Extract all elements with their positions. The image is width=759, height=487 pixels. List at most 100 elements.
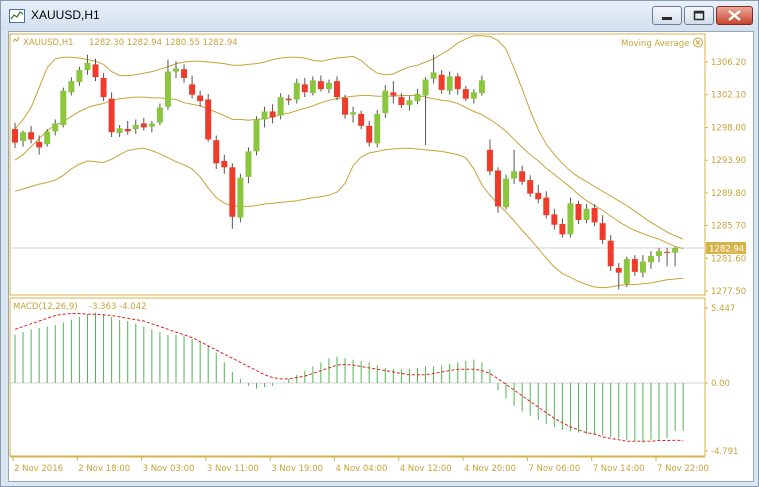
candle-body — [229, 167, 236, 217]
candle-body — [28, 132, 35, 140]
candle-body — [76, 69, 83, 82]
candle-body — [245, 151, 252, 177]
bollinger-bands — [14, 35, 684, 289]
candle-body — [309, 80, 316, 94]
candle-body — [462, 89, 469, 99]
candle-body — [140, 123, 147, 128]
time-tick-label: 3 Nov 19:00 — [271, 464, 323, 474]
candle-body — [116, 128, 123, 134]
candle-body — [173, 68, 179, 72]
candle-body — [52, 123, 59, 132]
candle-body — [495, 170, 501, 207]
candlestick-series — [12, 54, 679, 290]
current-price-label: 1282.94 — [709, 245, 744, 255]
candle-body — [414, 93, 421, 102]
candle-body — [647, 255, 654, 263]
candle-body — [390, 92, 397, 96]
close-button[interactable] — [716, 6, 753, 25]
candle-body — [559, 223, 566, 235]
candle-body — [607, 240, 614, 267]
candle-body — [591, 208, 598, 223]
indicator-label: Moving Average — [621, 39, 689, 49]
candle-body — [301, 84, 308, 93]
candle-body — [583, 208, 590, 220]
candle-body — [551, 214, 558, 225]
price-tick-label: 1306.20 — [711, 58, 746, 68]
candle-body — [599, 223, 606, 240]
candle-body — [293, 82, 300, 100]
time-tick-label: 4 Nov 20:00 — [464, 464, 516, 474]
moving-average-icon[interactable] — [693, 37, 703, 48]
candle-body — [108, 98, 115, 133]
macd-tick-label: -4.791 — [711, 447, 738, 457]
time-tick-label: 2 Nov 18:00 — [78, 464, 130, 474]
candle-body — [575, 204, 582, 220]
candle-body — [615, 267, 622, 273]
price-tick-label: 1298.00 — [711, 123, 746, 133]
candle-body — [164, 71, 171, 107]
macd-axis: 5.447 0.00 -4.791 — [705, 304, 738, 457]
maximize-button[interactable] — [684, 6, 714, 25]
candle-body — [261, 111, 268, 120]
macd-signal-line — [14, 313, 684, 442]
candle-body — [374, 113, 381, 144]
candle-body — [623, 259, 630, 284]
minimize-icon — [662, 17, 672, 20]
candle-body — [189, 84, 196, 95]
candle-body — [100, 77, 107, 98]
candle-body — [36, 141, 43, 148]
candle-body — [438, 74, 445, 90]
candle-body — [631, 259, 638, 272]
candle-body — [213, 140, 220, 164]
macd-panel-frame — [9, 297, 706, 457]
candle-body — [60, 90, 67, 126]
candle-body — [237, 177, 244, 218]
candle-body — [422, 79, 429, 96]
minimize-button[interactable] — [652, 6, 682, 25]
candle-body — [181, 69, 188, 78]
candle-body — [317, 81, 324, 90]
candle-body — [398, 97, 405, 106]
candle-body — [656, 251, 662, 256]
time-tick-label: 7 Nov 22:00 — [657, 464, 709, 474]
candle-body — [454, 76, 461, 90]
candle-body — [148, 123, 155, 127]
candle-body — [446, 76, 453, 91]
macd-signal-path — [14, 313, 684, 442]
time-tick-label: 3 Nov 03:00 — [143, 464, 195, 474]
candle-body — [124, 129, 131, 132]
time-tick-label: 7 Nov 06:00 — [528, 464, 580, 474]
macd-values: -3.363 -4.042 — [89, 302, 147, 312]
candle-body — [478, 80, 485, 94]
candle-body — [406, 100, 413, 106]
candle-body — [156, 107, 163, 123]
bollinger-middle-band — [14, 95, 684, 250]
window-title: XAUUSD,H1 — [31, 8, 100, 22]
candle-body — [221, 160, 228, 168]
price-tick-label: 1277.50 — [711, 287, 746, 297]
chart-area[interactable]: 1306.20 1302.10 1298.00 1293.90 1289.80 1285.… — [8, 31, 754, 482]
time-tick-label: 3 Nov 11:00 — [207, 464, 259, 474]
price-tick-label: 1285.70 — [711, 222, 746, 232]
bollinger-upper-band — [14, 35, 684, 240]
candle-body — [535, 192, 542, 200]
price-tick-label: 1293.90 — [711, 156, 746, 166]
candle-body — [342, 97, 349, 115]
chart-canvas[interactable]: 1306.20 1302.10 1298.00 1293.90 1289.80 1285.… — [9, 32, 753, 481]
candle-body — [519, 171, 526, 182]
maximize-icon — [693, 10, 705, 21]
macd-histogram — [14, 312, 684, 443]
candle-body — [430, 72, 437, 79]
candle-body — [334, 81, 340, 98]
candle-body — [511, 171, 518, 179]
bollinger-lower-band — [14, 147, 684, 289]
candle-body — [325, 82, 332, 90]
candle-body — [92, 64, 99, 78]
title-bar[interactable]: XAUUSD,H1 — [1, 1, 758, 31]
candle-body — [664, 251, 671, 253]
price-axis: 1306.20 1302.10 1298.00 1293.90 1289.80 1285.… — [705, 58, 746, 297]
candle-body — [503, 178, 510, 208]
price-tick-label: 1281.60 — [711, 254, 746, 264]
symbol-label: XAUUSD,H1 — [23, 38, 74, 48]
time-tick-label: 7 Nov 14:00 — [593, 464, 645, 474]
